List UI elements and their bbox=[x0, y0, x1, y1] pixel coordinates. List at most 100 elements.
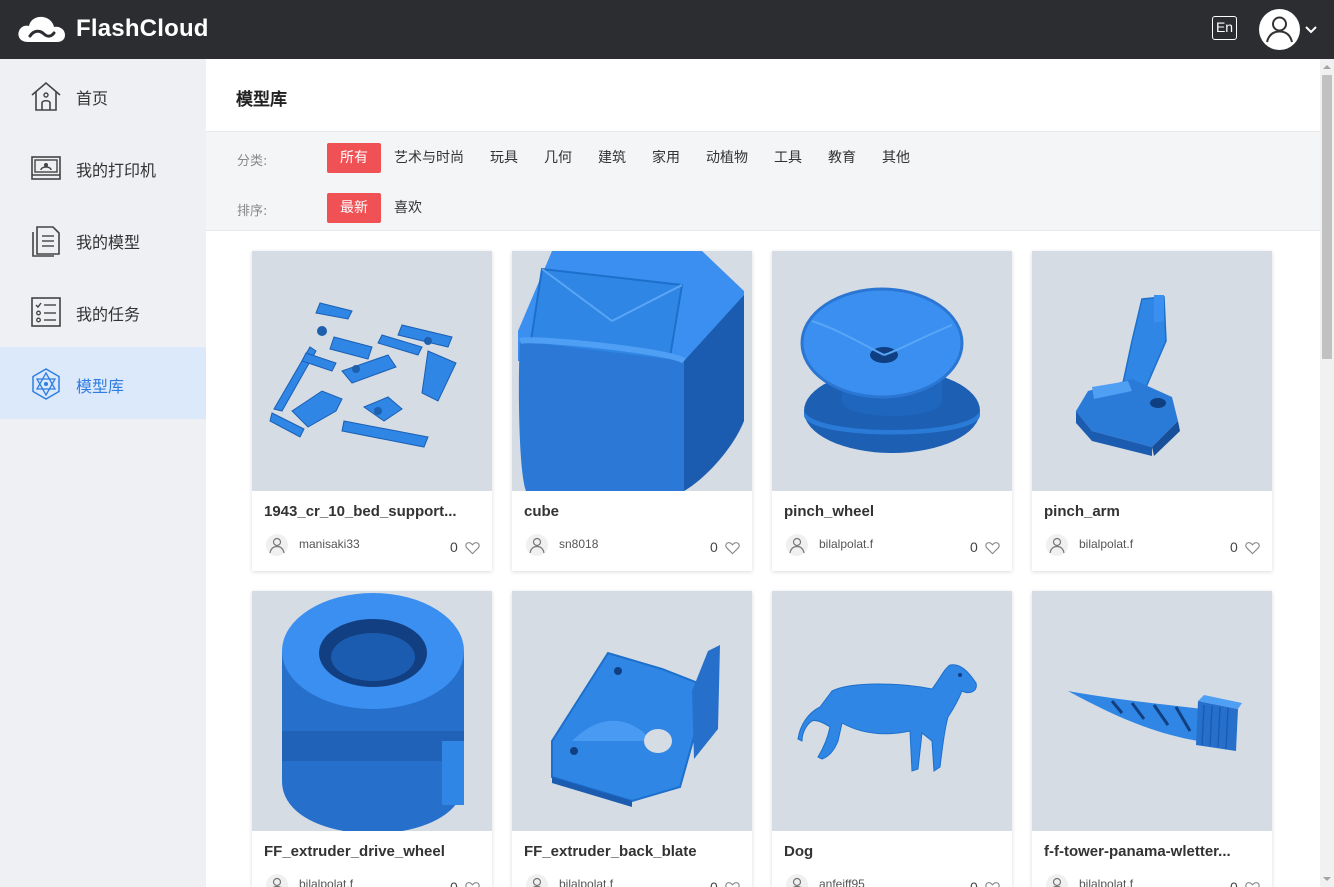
scroll-down-arrow-icon[interactable] bbox=[1320, 871, 1334, 887]
category-chip-geometry[interactable]: 几何 bbox=[531, 143, 585, 173]
like-count: 0 bbox=[710, 879, 718, 887]
sidebar-item-home[interactable]: 首页 bbox=[0, 59, 206, 131]
model-author[interactable]: bilalpolat.f bbox=[1079, 537, 1133, 551]
sidebar-item-label: 我的打印机 bbox=[76, 161, 157, 180]
model-document-icon bbox=[32, 226, 60, 257]
author-avatar-icon bbox=[1046, 874, 1068, 887]
model-author[interactable]: bilalpolat.f bbox=[299, 877, 353, 887]
author-avatar-icon bbox=[526, 874, 548, 887]
top-bar: FlashCloud En bbox=[0, 0, 1334, 59]
extruder-drive-wheel-model-image bbox=[282, 593, 464, 831]
user-icon bbox=[1266, 16, 1293, 43]
model-card[interactable]: FF_extruder_drive_wheel bilalpolat.f 0 bbox=[252, 591, 492, 887]
author-avatar-icon bbox=[266, 534, 288, 556]
sort-chip-newest[interactable]: 最新 bbox=[327, 193, 381, 223]
printer-icon bbox=[31, 156, 61, 180]
tower-model-image bbox=[1068, 691, 1242, 751]
category-chip-tools[interactable]: 工具 bbox=[761, 143, 815, 173]
language-toggle-button[interactable]: En bbox=[1212, 16, 1237, 40]
sidebar-item-label: 首页 bbox=[76, 89, 109, 108]
main-content: 模型库 分类: 所有 艺术与时尚 玩具 几何 建筑 家用 动植物 工具 教育 其… bbox=[206, 59, 1320, 887]
category-chip-art-fashion[interactable]: 艺术与时尚 bbox=[381, 143, 477, 173]
sidebar-item-label: 模型库 bbox=[76, 377, 125, 396]
author-avatar-icon bbox=[786, 534, 808, 556]
sidebar-item-my-models[interactable]: 我的模型 bbox=[0, 203, 206, 275]
category-chip-architecture[interactable]: 建筑 bbox=[585, 143, 639, 173]
user-avatar-button[interactable] bbox=[1259, 9, 1300, 50]
like-count: 0 bbox=[1230, 879, 1238, 887]
model-author[interactable]: sn8018 bbox=[559, 537, 598, 551]
chevron-down-icon[interactable] bbox=[1304, 24, 1318, 34]
model-author[interactable]: anfeiff95 bbox=[819, 877, 865, 887]
heart-icon[interactable] bbox=[985, 541, 1000, 555]
model-thumbnail bbox=[1032, 251, 1272, 491]
sort-chip-favorites[interactable]: 喜欢 bbox=[381, 193, 435, 223]
model-title[interactable]: FF_extruder_back_blate bbox=[524, 843, 738, 860]
model-card[interactable]: cube sn8018 0 bbox=[512, 251, 752, 571]
model-thumbnail bbox=[772, 591, 1012, 831]
heart-icon[interactable] bbox=[1245, 881, 1260, 887]
model-title[interactable]: pinch_wheel bbox=[784, 503, 998, 520]
model-title[interactable]: pinch_arm bbox=[1044, 503, 1258, 520]
model-title[interactable]: 1943_cr_10_bed_support... bbox=[264, 503, 478, 520]
cloud-logo-icon bbox=[18, 16, 65, 42]
heart-icon[interactable] bbox=[725, 881, 740, 887]
model-title[interactable]: f-f-tower-panama-wletter... bbox=[1044, 843, 1258, 860]
extruder-back-plate-model-image bbox=[551, 645, 720, 807]
page-title: 模型库 bbox=[236, 90, 287, 110]
like-count: 0 bbox=[450, 539, 458, 555]
brand[interactable]: FlashCloud bbox=[16, 12, 209, 46]
brand-name: FlashCloud bbox=[76, 15, 209, 42]
model-author[interactable]: bilalpolat.f bbox=[1079, 877, 1133, 887]
heart-icon[interactable] bbox=[985, 881, 1000, 887]
heart-icon[interactable] bbox=[465, 881, 480, 887]
home-icon bbox=[31, 81, 61, 111]
model-author[interactable]: bilalpolat.f bbox=[819, 537, 873, 551]
model-card[interactable]: f-f-tower-panama-wletter... bilalpolat.f… bbox=[1032, 591, 1272, 887]
like-count: 0 bbox=[450, 879, 458, 887]
heart-icon[interactable] bbox=[1245, 541, 1260, 555]
author-avatar-icon bbox=[266, 874, 288, 887]
scrollbar-thumb[interactable] bbox=[1322, 75, 1332, 359]
like-count: 0 bbox=[970, 879, 978, 887]
model-card[interactable]: pinch_wheel bilalpolat.f 0 bbox=[772, 251, 1012, 571]
model-title[interactable]: cube bbox=[524, 503, 738, 520]
like-count: 0 bbox=[710, 539, 718, 555]
like-count: 0 bbox=[1230, 539, 1238, 555]
model-card[interactable]: FF_extruder_back_blate bilalpolat.f 0 bbox=[512, 591, 752, 887]
model-thumbnail bbox=[252, 251, 492, 491]
category-chip-all[interactable]: 所有 bbox=[327, 143, 381, 173]
cube-model-image bbox=[518, 251, 744, 491]
model-card[interactable]: pinch_arm bilalpolat.f 0 bbox=[1032, 251, 1272, 571]
category-chip-other[interactable]: 其他 bbox=[869, 143, 923, 173]
sidebar-item-my-tasks[interactable]: 我的任务 bbox=[0, 275, 206, 347]
filter-panel: 分类: 所有 艺术与时尚 玩具 几何 建筑 家用 动植物 工具 教育 其他 排序… bbox=[206, 131, 1320, 231]
pinch-arm-model-image bbox=[1076, 295, 1180, 456]
model-author[interactable]: bilalpolat.f bbox=[559, 877, 613, 887]
author-avatar-icon bbox=[1046, 534, 1068, 556]
category-chip-household[interactable]: 家用 bbox=[639, 143, 693, 173]
model-card[interactable]: Dog anfeiff95 0 bbox=[772, 591, 1012, 887]
model-card[interactable]: 1943_cr_10_bed_support... manisaki33 0 bbox=[252, 251, 492, 571]
like-count: 0 bbox=[970, 539, 978, 555]
model-thumbnail bbox=[252, 591, 492, 831]
category-chip-education[interactable]: 教育 bbox=[815, 143, 869, 173]
model-author[interactable]: manisaki33 bbox=[299, 537, 360, 551]
category-chip-toys[interactable]: 玩具 bbox=[477, 143, 531, 173]
scroll-up-arrow-icon[interactable] bbox=[1320, 59, 1334, 75]
sidebar-item-my-printers[interactable]: 我的打印机 bbox=[0, 131, 206, 203]
sidebar-item-model-library[interactable]: 模型库 bbox=[0, 347, 206, 419]
sidebar-item-label: 我的模型 bbox=[76, 233, 141, 252]
task-list-icon bbox=[31, 297, 61, 327]
model-title[interactable]: Dog bbox=[784, 843, 998, 860]
model-thumbnail bbox=[512, 251, 752, 491]
sort-filter-row: 排序: 最新 喜欢 bbox=[206, 193, 1320, 223]
model-thumbnail bbox=[512, 591, 752, 831]
dog-model-image bbox=[797, 664, 977, 772]
category-chip-animals-plants[interactable]: 动植物 bbox=[693, 143, 761, 173]
heart-icon[interactable] bbox=[725, 541, 740, 555]
model-thumbnail bbox=[772, 251, 1012, 491]
model-title[interactable]: FF_extruder_drive_wheel bbox=[264, 843, 478, 860]
heart-icon[interactable] bbox=[465, 541, 480, 555]
sort-label: 排序: bbox=[237, 204, 268, 219]
